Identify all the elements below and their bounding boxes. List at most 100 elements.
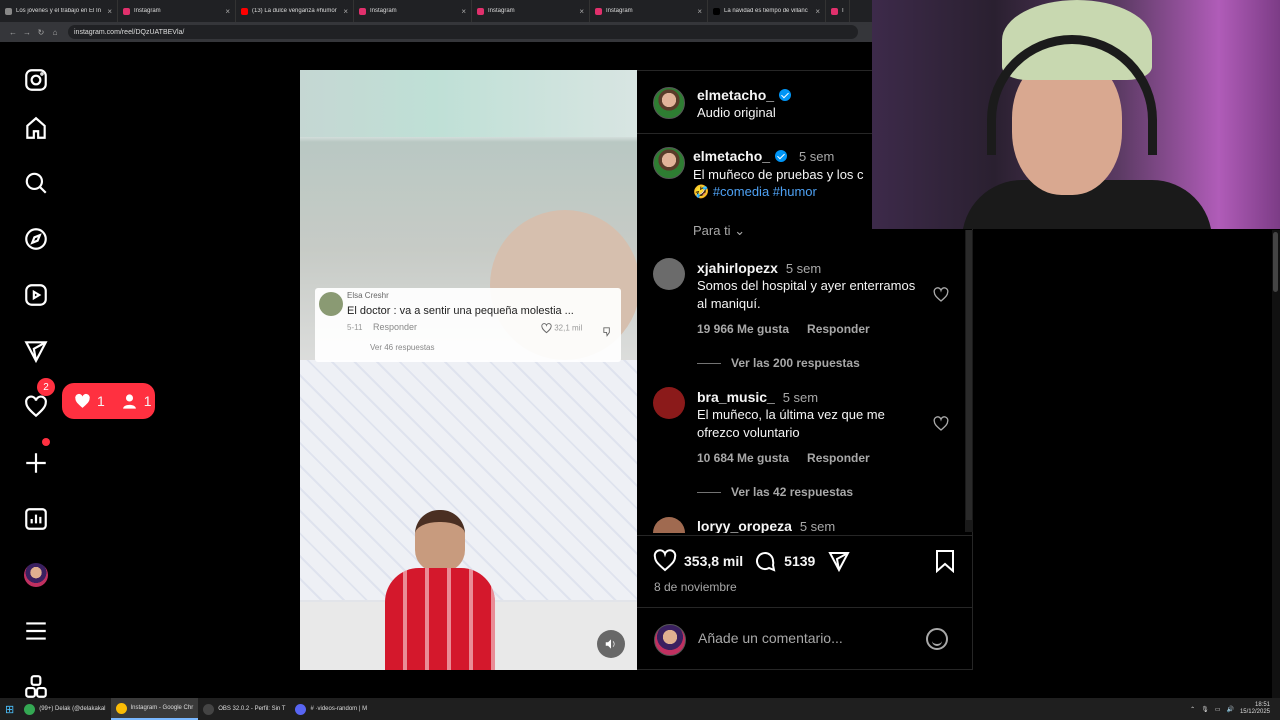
dashboard-icon[interactable] — [22, 505, 50, 533]
comment-text: El muñeco, la última vez que me ofrezco … — [697, 407, 885, 440]
volume-icon[interactable]: 🔊 — [1226, 706, 1233, 713]
tab-close-icon[interactable]: × — [815, 7, 820, 16]
action-row: 353,8 mil 5139 — [653, 549, 851, 573]
share-icon[interactable] — [827, 549, 851, 573]
sort-dropdown[interactable]: Para ti ⌄ — [693, 223, 745, 239]
tab-close-icon[interactable]: × — [107, 7, 112, 16]
browser-tab[interactable]: Los jóvenes y el trabajo en El In × — [0, 0, 118, 22]
webcam-overlay — [872, 0, 1280, 229]
windows-taskbar: ⊞ (99+) Delak (@delakakal Instagram - Goo… — [0, 698, 1280, 720]
notifications-icon[interactable] — [22, 393, 50, 421]
overlay-username: Elsa Creshr — [347, 291, 389, 300]
comment-input[interactable]: Añade un comentario... — [698, 630, 843, 646]
speaker-icon — [605, 639, 615, 649]
taskbar-app[interactable]: Instagram - Google Chr — [110, 698, 199, 720]
heart-filled-icon — [75, 393, 90, 408]
system-tray: ⌃ 🎙 ▭ 🔊 18:51 15/12/2025 — [1190, 698, 1270, 720]
comment-like-icon[interactable] — [933, 287, 949, 303]
notification-dot — [42, 438, 50, 446]
browser-tab[interactable]: Ir — [826, 0, 850, 22]
comment-header: bra_music_ 5 sem — [697, 389, 819, 405]
overlay-comment-card: Elsa Creshr El doctor : va a sentir una … — [315, 288, 621, 362]
reels-icon[interactable] — [22, 281, 50, 309]
tab-close-icon[interactable]: × — [343, 7, 348, 16]
tray-chevron-icon[interactable]: ⌃ — [1190, 706, 1195, 713]
messages-icon[interactable] — [22, 337, 50, 365]
app-icon — [115, 702, 127, 714]
tab-favicon-icon — [123, 7, 130, 15]
like-icon[interactable] — [653, 549, 677, 573]
post-date: 8 de noviembre — [654, 580, 737, 594]
address-bar[interactable]: instagram.com/reel/DQzUATBEVla/ — [68, 25, 858, 39]
chevron-down-icon: ⌄ — [734, 223, 746, 238]
caption-age: 5 sem — [798, 149, 835, 164]
home-icon[interactable] — [22, 114, 50, 142]
profile-avatar[interactable] — [22, 561, 50, 589]
browser-tab[interactable]: (13) La dulce venganza #humor × — [236, 0, 354, 22]
browser-tab[interactable]: Instagram × — [354, 0, 472, 22]
caption-avatar[interactable] — [653, 147, 685, 179]
likes-count[interactable]: 353,8 mil — [684, 553, 743, 569]
page-scrollbar[interactable] — [1272, 230, 1280, 698]
menu-icon[interactable] — [22, 617, 50, 645]
tab-close-icon[interactable]: × — [461, 7, 466, 16]
tab-close-icon[interactable]: × — [225, 7, 230, 16]
user-avatar — [654, 624, 686, 656]
explore-icon[interactable] — [22, 225, 50, 253]
notif-likes-count: 1 — [97, 393, 105, 409]
tab-favicon-icon — [595, 7, 602, 15]
comment-avatar[interactable] — [653, 258, 685, 290]
emoji-picker-icon[interactable] — [926, 628, 948, 650]
browser-tab-bar: Los jóvenes y el trabajo en El In × Instag… — [0, 0, 872, 22]
comments-scrollbar[interactable] — [965, 230, 973, 532]
comment-header: xjahirlopezx 5 sem — [697, 260, 822, 276]
taskbar-app[interactable]: OBS 32.0.2 - Perfil: Sin T — [198, 698, 290, 720]
more-icon[interactable] — [22, 673, 50, 701]
verified-icon — [775, 150, 788, 162]
comment-meta: 10 684 Me gusta Responder — [697, 451, 870, 465]
clock[interactable]: 18:51 15/12/2025 — [1240, 702, 1270, 716]
home-browser-icon[interactable]: ⌂ — [48, 28, 62, 37]
browser-tab[interactable]: Instagram × — [472, 0, 590, 22]
search-icon[interactable] — [22, 169, 50, 197]
instagram-icon[interactable] — [22, 66, 50, 94]
taskbar-app[interactable]: (99+) Delak (@delakakal — [19, 698, 110, 720]
tab-favicon-icon — [241, 7, 248, 15]
heart-icon — [541, 323, 552, 334]
author-avatar[interactable] — [653, 87, 685, 119]
windows-start-icon[interactable]: ⊞ — [0, 698, 19, 720]
network-icon[interactable]: ▭ — [1215, 706, 1221, 713]
comment-meta: 19 966 Me gusta Responder — [697, 322, 870, 336]
audio-label[interactable]: Audio original — [697, 105, 776, 120]
reel-video[interactable] — [300, 70, 637, 670]
app-icon — [24, 703, 36, 715]
back-icon[interactable]: ← — [6, 28, 20, 37]
comment-avatar[interactable] — [653, 387, 685, 419]
comment-avatar[interactable] — [653, 517, 685, 533]
tab-close-icon[interactable]: × — [697, 7, 702, 16]
tab-close-icon[interactable]: × — [579, 7, 584, 16]
create-icon[interactable] — [22, 449, 50, 477]
overlay-time: 5-11 — [347, 323, 363, 332]
author-username[interactable]: elmetacho_ — [697, 87, 774, 103]
app-icon — [203, 703, 215, 715]
author-header[interactable]: elmetacho_ — [697, 87, 792, 103]
hashtags[interactable]: #comedia #humor — [713, 184, 817, 199]
taskbar-app[interactable]: # ·videos-random | M — [290, 698, 372, 720]
comment-icon[interactable] — [753, 549, 777, 573]
forward-icon[interactable]: → — [20, 28, 34, 37]
microphone-icon[interactable]: 🎙 — [1201, 706, 1209, 713]
tab-favicon-icon — [477, 7, 484, 15]
comment-header: loryy_oropeza 5 sem — [697, 518, 836, 533]
mute-button[interactable] — [597, 630, 625, 658]
view-replies[interactable]: Ver las 200 respuestas — [697, 356, 860, 370]
browser-tab[interactable]: Instagram × — [118, 0, 236, 22]
tab-favicon-icon — [5, 7, 12, 15]
view-replies[interactable]: Ver las 42 respuestas — [697, 485, 853, 499]
notification-pill[interactable]: 1 1 — [62, 383, 155, 419]
browser-tab[interactable]: Instagram × — [590, 0, 708, 22]
comment-like-icon[interactable] — [933, 416, 949, 432]
browser-tab[interactable]: La navidad es tiempo de villanc × — [708, 0, 826, 22]
bookmark-icon[interactable] — [934, 549, 956, 578]
reload-icon[interactable]: ↻ — [34, 28, 48, 37]
